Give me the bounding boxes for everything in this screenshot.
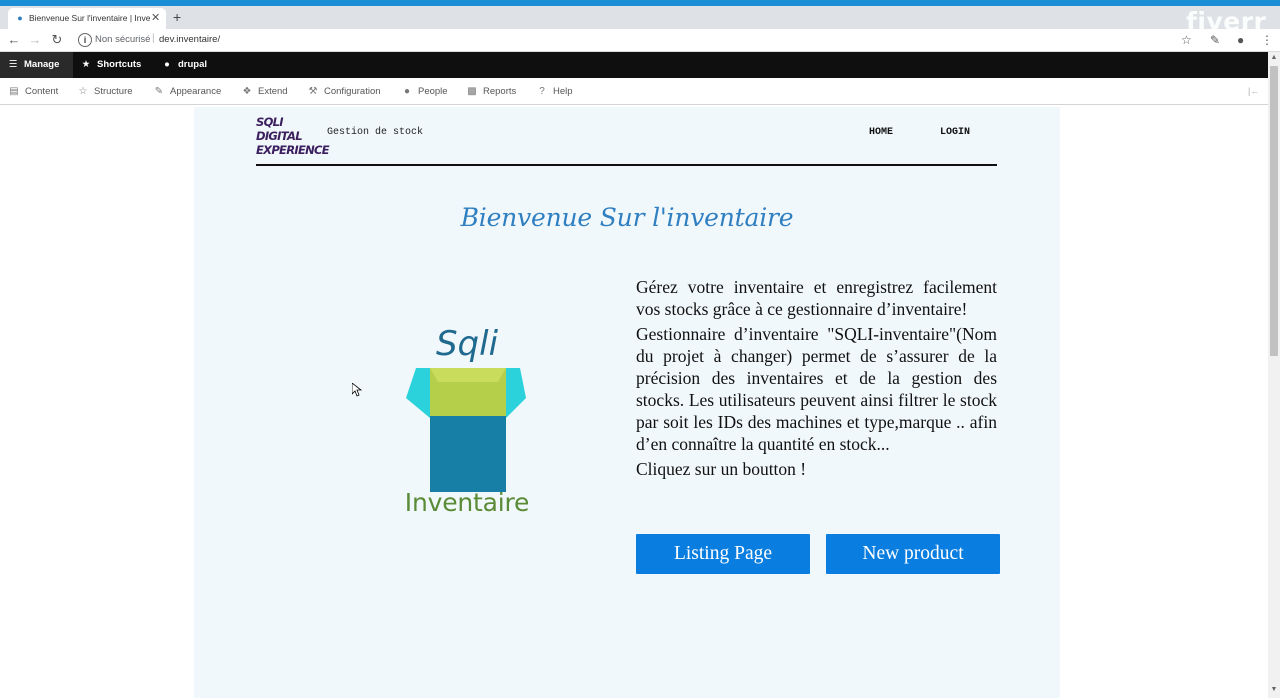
scroll-down-icon[interactable]: ▼ bbox=[1268, 686, 1280, 693]
address-url[interactable]: dev.inventaire/ bbox=[159, 34, 220, 45]
info-icon[interactable]: i bbox=[78, 33, 92, 47]
site-slogan: Gestion de stock bbox=[327, 127, 424, 138]
appearance-icon: ✎ bbox=[154, 86, 164, 97]
insecure-label: Non sécurisé bbox=[95, 34, 151, 45]
toolbar-user-label: drupal bbox=[178, 59, 208, 70]
site-logo-line: SQLI bbox=[256, 115, 284, 129]
page-scrollbar[interactable]: ▲ ▼ bbox=[1268, 52, 1280, 698]
site-logo-line: DIGITAL bbox=[256, 129, 303, 143]
browser-tab[interactable]: ● Bienvenue Sur l'inventaire | Inve ✕ bbox=[8, 8, 166, 29]
star-icon: ★ bbox=[81, 59, 91, 70]
admin-toolbar: ☰ Manage ★ Shortcuts ● drupal bbox=[0, 52, 1268, 78]
toolbar-user[interactable]: ● drupal bbox=[160, 52, 207, 78]
tray-item-label: Content bbox=[25, 86, 59, 97]
close-tab-icon[interactable]: ✕ bbox=[151, 11, 160, 25]
toolbar-shortcuts[interactable]: ★ Shortcuts bbox=[79, 52, 142, 78]
tray-item-label: Configuration bbox=[324, 86, 381, 97]
hamburger-icon: ☰ bbox=[8, 59, 18, 70]
page-title: Bienvenue Sur l'inventaire bbox=[460, 203, 794, 232]
mouse-pointer-icon bbox=[352, 383, 362, 397]
tray-item-appearance[interactable]: ✎ Appearance bbox=[153, 78, 221, 105]
user-icon: ● bbox=[164, 59, 170, 70]
new-product-button[interactable]: New product bbox=[826, 534, 1000, 574]
intro-paragraph: Gérez votre inventaire et enregistrez fa… bbox=[636, 277, 997, 319]
intro-paragraph: Gestionnaire d’inventaire "SQLI-inventai… bbox=[636, 324, 997, 454]
browser-menu-icon[interactable]: ⋮ bbox=[1261, 32, 1273, 48]
tray-item-content[interactable]: ▤ Content bbox=[8, 78, 58, 105]
tray-item-people[interactable]: ● People bbox=[401, 78, 448, 105]
address-separator: | bbox=[152, 33, 155, 44]
listing-page-button[interactable]: Listing Page bbox=[636, 534, 810, 574]
people-icon: ● bbox=[403, 86, 411, 97]
nav-login-link[interactable]: LOGIN bbox=[940, 121, 970, 145]
tab-strip: ● Bienvenue Sur l'inventaire | Inve ✕ + … bbox=[0, 6, 1280, 36]
intro-text: Gérez votre inventaire et enregistrez fa… bbox=[636, 276, 997, 480]
logo-brand-text: Sqli bbox=[435, 324, 499, 364]
scroll-up-icon[interactable]: ▲ bbox=[1268, 54, 1280, 61]
toolbar-manage-label: Manage bbox=[24, 59, 60, 70]
new-tab-icon[interactable]: + bbox=[173, 9, 181, 25]
tray-item-label: Structure bbox=[94, 86, 133, 97]
reports-icon: ▩ bbox=[467, 86, 477, 97]
intro-paragraph: Cliquez sur un boutton ! bbox=[636, 459, 807, 479]
back-arrow-icon[interactable]: ← bbox=[6, 32, 22, 48]
tray-item-reports[interactable]: ▩ Reports bbox=[466, 78, 516, 105]
reload-icon[interactable]: ↻ bbox=[49, 32, 65, 48]
tray-item-structure[interactable]: ☆ Structure bbox=[77, 78, 133, 105]
drupal-drop-icon: ● bbox=[17, 13, 23, 23]
address-bar-row: ← → ↻ i Non sécurisé | dev.inventaire/ ☆… bbox=[0, 29, 1280, 52]
tray-item-help[interactable]: ? Help bbox=[536, 78, 573, 105]
tray-item-label: Appearance bbox=[170, 86, 222, 97]
site-logo[interactable]: SQLI DIGITAL EXPERIENCE bbox=[256, 115, 330, 157]
tray-item-label: Extend bbox=[258, 86, 288, 97]
profile-avatar-icon[interactable]: ● bbox=[1237, 32, 1244, 48]
logo-product-text: Inventaire bbox=[404, 488, 530, 517]
nav-home-link[interactable]: HOME bbox=[869, 121, 893, 145]
configuration-icon: ⚒ bbox=[308, 86, 318, 97]
scroll-thumb[interactable] bbox=[1270, 66, 1278, 356]
site-logo-line: EXPERIENCE bbox=[256, 143, 330, 157]
main-navigation: HOME LOGIN bbox=[841, 121, 997, 145]
help-icon: ? bbox=[539, 86, 545, 97]
tray-item-label: People bbox=[418, 86, 448, 97]
extend-icon: ❖ bbox=[242, 86, 252, 97]
header-divider bbox=[256, 164, 997, 166]
tray-item-extend[interactable]: ❖ Extend bbox=[241, 78, 288, 105]
structure-icon: ☆ bbox=[78, 86, 88, 97]
toolbar-shortcuts-label: Shortcuts bbox=[97, 59, 142, 70]
extension-icon[interactable]: ✎ bbox=[1210, 32, 1220, 48]
admin-tray: ▤ Content ☆ Structure ✎ Appearance ❖ Extend … bbox=[0, 78, 1268, 105]
tray-item-configuration[interactable]: ⚒ Configuration bbox=[307, 78, 381, 105]
tab-title: Bienvenue Sur l'inventaire | Inve bbox=[29, 13, 151, 23]
toolbar-manage[interactable]: ☰ Manage bbox=[0, 52, 73, 78]
tray-orientation-toggle-icon[interactable]: |← bbox=[1248, 86, 1259, 96]
tray-item-label: Help bbox=[553, 86, 573, 97]
tray-item-label: Reports bbox=[483, 86, 517, 97]
bookmark-star-icon[interactable]: ☆ bbox=[1181, 32, 1192, 48]
content-icon: ▤ bbox=[9, 86, 19, 97]
forward-arrow-icon[interactable]: → bbox=[27, 32, 43, 48]
